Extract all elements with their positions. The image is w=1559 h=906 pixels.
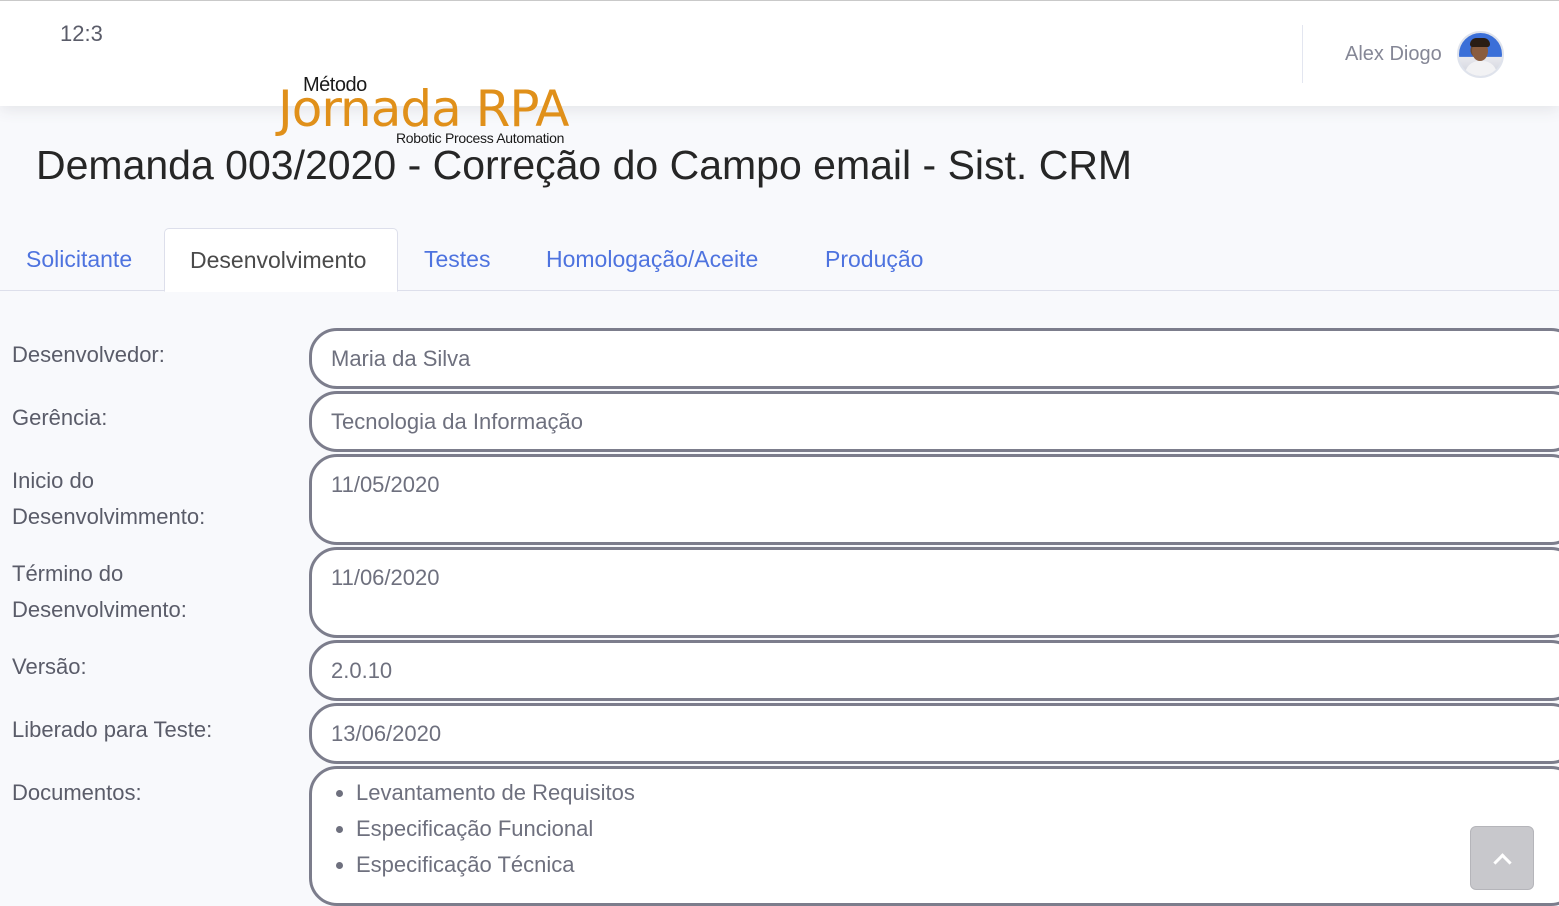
documento-item[interactable]: Levantamento de Requisitos: [336, 775, 1559, 811]
inicio-label: Inicio do Desenvolvimmento:: [12, 463, 205, 535]
documentos-list: Levantamento de Requisitos Especificação…: [312, 769, 1559, 883]
gerencia-label: Gerência:: [12, 405, 108, 430]
liberado-label: Liberado para Teste:: [12, 717, 213, 742]
inicio-value: 11/05/2020: [331, 472, 440, 497]
desenvolvedor-label: Desenvolvedor:: [12, 342, 165, 367]
brand-logo: Método Jornada RPA Robotic Process Autom…: [278, 74, 588, 150]
termino-label: Término do Desenvolvimento:: [12, 556, 187, 628]
user-avatar[interactable]: [1457, 31, 1504, 78]
documentos-field: Levantamento de Requisitos Especificação…: [309, 766, 1559, 906]
documento-item[interactable]: Especificação Técnica: [336, 847, 1559, 883]
tab-testes[interactable]: Testes: [424, 228, 490, 291]
clock: 12:3: [60, 21, 103, 46]
tab-homologacao[interactable]: Homologação/Aceite: [546, 228, 758, 291]
user-name[interactable]: Alex Diogo: [1345, 43, 1442, 66]
versao-value: 2.0.10: [331, 658, 393, 683]
documento-item[interactable]: Especificação Funcional: [336, 811, 1559, 847]
gerencia-value: Tecnologia da Informação: [331, 409, 583, 434]
desenvolvedor-value: Maria da Silva: [331, 346, 471, 371]
inicio-field[interactable]: 11/05/2020: [309, 454, 1559, 545]
avatar-hair: [1470, 38, 1490, 47]
topbar: 12:3 Alex Diogo: [0, 0, 1559, 106]
avatar-body: [1465, 61, 1497, 76]
termino-label-line1: Término do: [12, 561, 124, 586]
tab-solicitante[interactable]: Solicitante: [26, 228, 132, 291]
inicio-label-line2: Desenvolvimmento:: [12, 504, 206, 529]
tab-producao[interactable]: Produção: [825, 228, 923, 291]
page-title: Demanda 003/2020 - Correção do Campo ema…: [36, 142, 1133, 188]
documentos-label: Documentos:: [12, 780, 142, 805]
versao-label: Versão:: [12, 654, 87, 679]
termino-label-line2: Desenvolvimento:: [12, 597, 187, 622]
versao-field[interactable]: 2.0.10: [309, 640, 1559, 701]
scroll-to-top-button[interactable]: [1470, 826, 1534, 890]
inicio-label-line1: Inicio do: [12, 468, 94, 493]
termino-field[interactable]: 11/06/2020: [309, 547, 1559, 638]
tab-bar: Solicitante Desenvolvimento Testes Homol…: [0, 228, 1559, 292]
gerencia-field[interactable]: Tecnologia da Informação: [309, 391, 1559, 452]
tab-desenvolvimento[interactable]: Desenvolvimento: [164, 228, 398, 292]
termino-value: 11/06/2020: [331, 565, 440, 590]
topbar-divider: [1302, 25, 1303, 83]
liberado-field[interactable]: 13/06/2020: [309, 703, 1559, 764]
desenvolvedor-field[interactable]: Maria da Silva: [309, 328, 1559, 389]
liberado-value: 13/06/2020: [331, 721, 442, 746]
